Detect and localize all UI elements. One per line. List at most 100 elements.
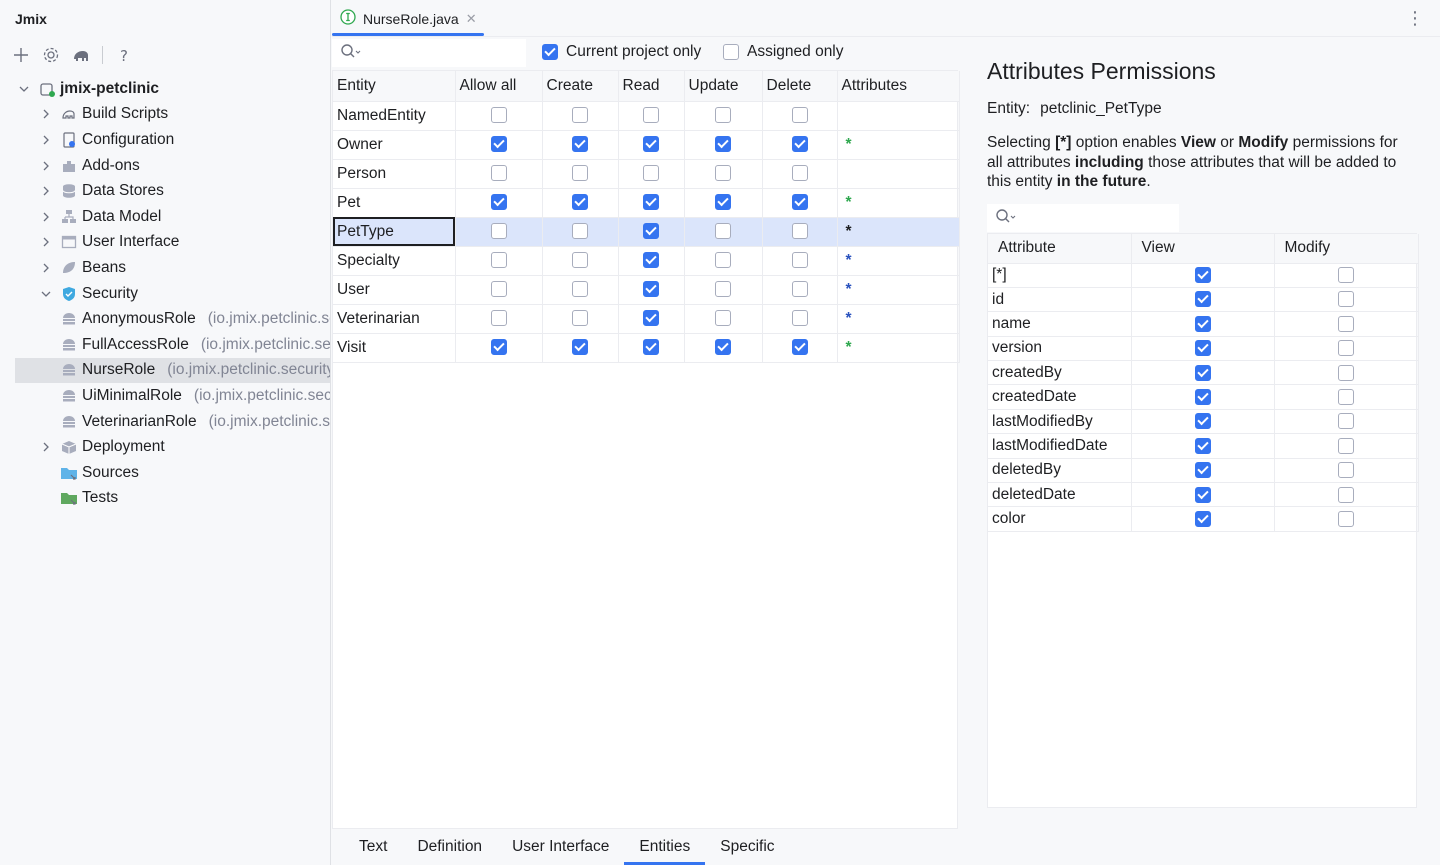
view-checkbox[interactable]: [1194, 340, 1211, 357]
tree-item-veterinarianrole[interactable]: VeterinarianRole (io.jmix.petclinic.secur…: [0, 409, 330, 435]
column-header-allow-all[interactable]: Allow all: [455, 71, 543, 102]
update-checkbox[interactable]: [715, 281, 731, 298]
attributes-cell[interactable]: *: [837, 217, 960, 247]
column-header-update[interactable]: Update: [684, 71, 763, 102]
attribute-row[interactable]: color: [988, 506, 1419, 532]
assigned-only-filter[interactable]: Assigned only: [723, 43, 844, 61]
attribute-row[interactable]: version: [988, 336, 1419, 362]
create-checkbox[interactable]: [572, 310, 588, 327]
delete-checkbox[interactable]: [791, 107, 808, 124]
view-checkbox[interactable]: [1194, 462, 1211, 479]
attribute-row[interactable]: [*]: [988, 263, 1419, 288]
tab-definition[interactable]: Definition: [402, 829, 497, 865]
attributes-cell[interactable]: [837, 101, 960, 131]
modify-checkbox[interactable]: [1338, 511, 1354, 527]
create-checkbox[interactable]: [572, 339, 588, 356]
modify-checkbox[interactable]: [1338, 413, 1354, 430]
entity-row-pettype[interactable]: PetType *: [333, 217, 960, 247]
tree-item-user-interface[interactable]: User Interface: [0, 230, 330, 256]
attributes-cell[interactable]: *: [837, 188, 960, 218]
tree-item-anonymousrole[interactable]: AnonymousRole (io.jmix.petclinic.security…: [0, 306, 330, 332]
modify-checkbox[interactable]: [1338, 267, 1354, 284]
update-checkbox[interactable]: [715, 223, 731, 240]
modify-checkbox[interactable]: [1338, 486, 1354, 503]
modify-checkbox[interactable]: [1338, 389, 1354, 406]
delete-checkbox[interactable]: [791, 165, 808, 182]
attribute-row[interactable]: createdBy: [988, 360, 1419, 386]
view-checkbox[interactable]: [1194, 364, 1211, 381]
entity-row-namedentity[interactable]: NamedEntity: [333, 101, 960, 131]
gradle-elephant-icon[interactable]: [70, 44, 92, 66]
read-checkbox[interactable]: [643, 165, 659, 182]
create-checkbox[interactable]: [572, 194, 588, 211]
help-icon[interactable]: ?: [113, 44, 135, 66]
tree-item-data-stores[interactable]: Data Stores: [0, 178, 330, 204]
allow-checkbox[interactable]: [490, 107, 507, 124]
view-checkbox[interactable]: [1194, 437, 1211, 454]
tab-entities[interactable]: Entities: [624, 829, 706, 865]
create-checkbox[interactable]: [572, 281, 588, 298]
column-header-read[interactable]: Read: [618, 71, 685, 102]
tree-item-deployment[interactable]: Deployment: [0, 434, 330, 460]
close-icon[interactable]: ✕: [466, 11, 477, 27]
plus-icon[interactable]: [10, 44, 32, 66]
read-checkbox[interactable]: [643, 339, 659, 356]
tree-item-sources[interactable]: Sources: [0, 460, 330, 486]
tree-item-jmix-petclinic[interactable]: jmix-petclinic: [0, 76, 330, 102]
column-header-create[interactable]: Create: [542, 71, 619, 102]
attribute-search-field[interactable]: [1017, 210, 1167, 226]
delete-checkbox[interactable]: [791, 339, 808, 356]
tree-item-configuration[interactable]: Configuration: [0, 127, 330, 153]
update-checkbox[interactable]: [715, 194, 731, 211]
delete-checkbox[interactable]: [791, 223, 808, 240]
allow-checkbox[interactable]: [490, 136, 507, 153]
attributes-cell[interactable]: *: [837, 275, 960, 305]
attributes-cell[interactable]: *: [837, 304, 960, 334]
view-checkbox[interactable]: [1194, 389, 1211, 406]
entity-name[interactable]: NamedEntity: [333, 101, 456, 131]
tab-text[interactable]: Text: [344, 829, 402, 865]
update-checkbox[interactable]: [715, 252, 731, 269]
attribute-row[interactable]: id: [988, 287, 1419, 313]
current-project-only-checkbox[interactable]: [542, 44, 558, 60]
attribute-row[interactable]: name: [988, 311, 1419, 337]
editor-tab-nurserole[interactable]: NurseRole.java ✕: [336, 0, 481, 37]
view-checkbox[interactable]: [1194, 486, 1211, 503]
entity-row-veterinarian[interactable]: Veterinarian *: [333, 304, 960, 334]
column-header-attributes[interactable]: Attributes: [837, 71, 960, 102]
update-checkbox[interactable]: [715, 107, 731, 124]
current-project-only-filter[interactable]: Current project only: [542, 43, 701, 61]
read-checkbox[interactable]: [643, 136, 659, 153]
column-header-entity[interactable]: Entity: [333, 71, 456, 102]
allow-checkbox[interactable]: [490, 223, 507, 240]
delete-checkbox[interactable]: [791, 136, 808, 153]
chevron-right-icon[interactable]: [38, 106, 54, 122]
tree-item-fullaccessrole[interactable]: FullAccessRole (io.jmix.petclinic.securit…: [0, 332, 330, 358]
view-checkbox[interactable]: [1194, 413, 1211, 430]
attributes-cell[interactable]: *: [837, 246, 960, 276]
update-checkbox[interactable]: [715, 310, 731, 327]
tab-specific[interactable]: Specific: [705, 829, 789, 865]
read-checkbox[interactable]: [643, 194, 659, 211]
read-checkbox[interactable]: [643, 223, 659, 240]
view-checkbox[interactable]: [1194, 315, 1211, 332]
create-checkbox[interactable]: [572, 252, 588, 269]
chevron-right-icon[interactable]: [38, 260, 54, 276]
entity-name[interactable]: User: [333, 275, 456, 305]
entity-name[interactable]: Pet: [333, 188, 456, 218]
entity-search-input[interactable]: [332, 39, 526, 67]
tree-item-tests[interactable]: Tests: [0, 486, 330, 512]
tab-user-interface[interactable]: User Interface: [497, 829, 624, 865]
delete-checkbox[interactable]: [791, 281, 808, 298]
entity-row-specialty[interactable]: Specialty *: [333, 246, 960, 276]
chevron-right-icon[interactable]: [38, 132, 54, 148]
chevron-right-icon[interactable]: [38, 209, 54, 225]
allow-checkbox[interactable]: [490, 339, 507, 356]
tree-item-build-scripts[interactable]: Build Scripts: [0, 102, 330, 128]
attributes-cell[interactable]: *: [837, 333, 960, 363]
attribute-row[interactable]: deletedBy: [988, 458, 1419, 484]
column-header-delete[interactable]: Delete: [762, 71, 838, 102]
attribute-row[interactable]: lastModifiedDate: [988, 433, 1419, 459]
create-checkbox[interactable]: [572, 223, 588, 240]
allow-checkbox[interactable]: [490, 165, 507, 182]
